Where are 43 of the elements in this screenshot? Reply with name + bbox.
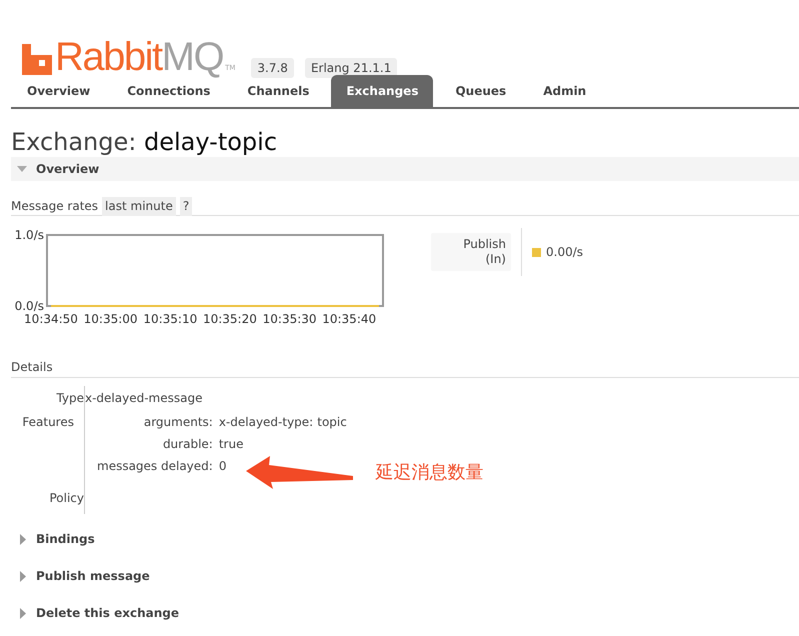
nav-tab[interactable]: Admin [528, 75, 602, 107]
nav-tab[interactable]: Overview [12, 75, 106, 107]
annotation-text: 延迟消息数量 [375, 462, 484, 484]
field-label: Features [21, 414, 75, 431]
argument-key: x-delayed-type: [218, 411, 314, 433]
triangle-right-icon [20, 570, 26, 582]
feature-value: true [218, 436, 244, 453]
range-selector[interactable]: last minute [102, 196, 176, 216]
argument-value: topic [317, 414, 347, 431]
field-label: Type [55, 390, 84, 407]
section-toggle[interactable]: Overview [11, 157, 799, 181]
x-tick-label: 10:35:10 [143, 312, 198, 326]
triangle-right-icon [20, 534, 26, 544]
x-tick-label: 10:35:20 [202, 312, 257, 326]
version-badge: Erlang 21.1.1 [304, 58, 398, 78]
feature-key: messages delayed: [95, 455, 213, 477]
legend-label: Publish (In) [431, 233, 511, 271]
triangle-down-icon [17, 166, 27, 172]
page-title: Exchange: delay-topic [11, 127, 278, 157]
version-badge: 3.7.8 [251, 58, 294, 78]
x-tick-label: 10:35:30 [262, 312, 317, 326]
nav-tab[interactable]: Queues [440, 75, 522, 107]
feature-key: durable: [95, 433, 213, 455]
section-toggle[interactable]: Bindings [11, 527, 799, 551]
triangle-right-icon [20, 608, 26, 618]
y-tick-label: 1.0/s [14, 228, 44, 242]
nav-tab[interactable]: Channels [232, 75, 324, 107]
details-heading: Details [11, 359, 799, 378]
nav-tab[interactable]: Exchanges [331, 75, 434, 107]
help-button[interactable]: ? [180, 196, 192, 216]
x-tick-label: 10:34:50 [24, 312, 78, 326]
field-label: Policy [48, 490, 84, 507]
section-toggle[interactable]: Delete this exchange [11, 601, 799, 625]
section-toggle[interactable]: Publish message [11, 564, 799, 588]
y-tick-label: 0.0/s [14, 299, 44, 314]
feature-value: 0 [218, 458, 226, 475]
feature-key: arguments: [95, 411, 213, 433]
rates-label: Message rates [11, 198, 98, 214]
x-tick-label: 10:35:40 [322, 312, 376, 326]
logo-icon [22, 44, 52, 75]
field-value: x-delayed-message [85, 391, 202, 405]
x-tick-label: 10:35:00 [84, 312, 138, 326]
rate-value: 0.00/s [546, 244, 584, 260]
